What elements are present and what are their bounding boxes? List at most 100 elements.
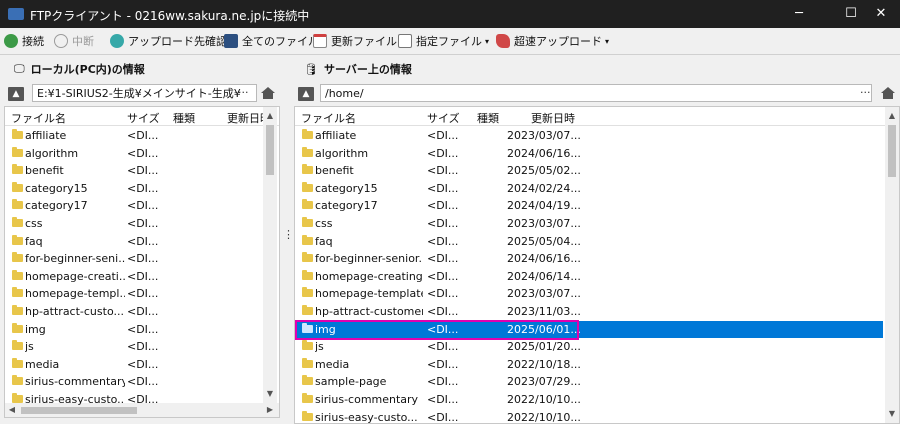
folder-icon: [302, 393, 313, 403]
table-row[interactable]: css <DI...: [5, 215, 261, 232]
local-panel: 🖵 ローカル(PC内)の情報 ▲ E:¥1-SIRIUS2-生成¥メインサイト-…: [0, 56, 282, 424]
local-panel-title: ローカル(PC内)の情報: [30, 63, 145, 76]
updated-files-button[interactable]: 更新ファイル: [313, 32, 397, 50]
folder-icon: [12, 164, 23, 175]
table-row[interactable]: sirius-commentary <DI... 2022/10/10...: [295, 391, 883, 408]
table-row[interactable]: homepage-creati... <DI...: [5, 268, 261, 285]
fast-upload-label: 超速アップロード: [514, 35, 602, 48]
folder-icon: [12, 357, 23, 368]
server-file-list[interactable]: ファイル名 サイズ 種類 更新日時 ▲ ▼ affiliate <DI... 202…: [294, 106, 900, 424]
abort-button[interactable]: 中断: [54, 32, 94, 50]
file-size: <DI...: [127, 181, 159, 195]
file-size: <DI...: [127, 340, 159, 354]
table-row[interactable]: homepage-creating <DI... 2024/06/14...: [295, 268, 883, 285]
table-row[interactable]: css <DI... 2023/03/07...: [295, 215, 883, 232]
server-vertical-scroll-thumb[interactable]: [888, 125, 896, 177]
folder-icon: [302, 357, 313, 368]
table-row[interactable]: faq <DI...: [5, 233, 261, 250]
folder-icon: [302, 146, 313, 157]
folder-up-icon[interactable]: ▲: [8, 87, 24, 101]
table-row[interactable]: for-beginner-senior... <DI... 2024/06/16..…: [295, 250, 883, 267]
folder-icon: [302, 410, 313, 421]
scroll-down-icon[interactable]: ▼: [263, 387, 277, 401]
file-size: <DI...: [127, 146, 159, 160]
file-name: sample-page: [315, 375, 387, 389]
close-button[interactable]: ✕: [866, 4, 896, 24]
file-size: <DI...: [427, 181, 459, 195]
home-icon[interactable]: [880, 85, 896, 101]
server-path-browse-button[interactable]: ···: [860, 86, 871, 99]
file-name: faq: [25, 234, 43, 248]
minimize-button[interactable]: ─: [784, 4, 814, 24]
table-row[interactable]: algorithm <DI... 2024/06/16...: [295, 145, 883, 162]
folder-up-icon[interactable]: ▲: [298, 87, 314, 101]
specified-files-button[interactable]: 指定ファイル ▾: [398, 32, 489, 50]
table-row[interactable]: sirius-easy-custo... <DI...: [5, 391, 261, 408]
table-row[interactable]: category15 <DI...: [5, 180, 261, 197]
table-row[interactable]: js <DI...: [5, 338, 261, 355]
local-vertical-scroll-thumb[interactable]: [266, 125, 274, 175]
scroll-up-icon[interactable]: ▲: [885, 109, 899, 123]
column-header-name[interactable]: ファイル名: [11, 110, 66, 126]
server-vertical-scrollbar[interactable]: ▲ ▼: [885, 107, 899, 423]
table-row[interactable]: category17 <DI...: [5, 197, 261, 214]
table-row[interactable]: sirius-commentary <DI...: [5, 373, 261, 390]
table-row[interactable]: for-beginner-seni... <DI...: [5, 250, 261, 267]
home-icon[interactable]: [260, 85, 276, 101]
local-file-list[interactable]: ファイル名 サイズ 種類 更新日時 ▲ ▼ ◀ ▶ affiliate <DI..…: [4, 106, 280, 418]
local-path-browse-button[interactable]: ···: [238, 86, 249, 99]
scroll-up-icon[interactable]: ▲: [263, 109, 277, 123]
scroll-down-icon[interactable]: ▼: [885, 407, 899, 421]
local-vertical-scrollbar[interactable]: ▲ ▼: [263, 107, 277, 403]
check-upload-dest-button[interactable]: アップロード先確認: [110, 32, 227, 50]
table-row[interactable]: affiliate <DI...: [5, 127, 261, 144]
column-header-type[interactable]: 種類: [477, 110, 499, 126]
column-header-size[interactable]: サイズ: [427, 110, 460, 126]
database-icon: 🛢: [304, 62, 318, 76]
table-row[interactable]: affiliate <DI... 2023/03/07...: [295, 127, 883, 144]
all-files-label: 全てのファイル: [242, 35, 319, 48]
table-row[interactable]: hp-attract-custo... <DI...: [5, 303, 261, 320]
table-row[interactable]: benefit <DI...: [5, 162, 261, 179]
table-row[interactable]: algorithm <DI...: [5, 145, 261, 162]
table-row[interactable]: category17 <DI... 2024/04/19...: [295, 197, 883, 214]
table-row[interactable]: category15 <DI... 2024/02/24...: [295, 180, 883, 197]
table-row[interactable]: benefit <DI... 2025/05/02...: [295, 162, 883, 179]
table-row[interactable]: homepage-templ... <DI...: [5, 285, 261, 302]
column-header-size[interactable]: サイズ: [127, 110, 160, 126]
file-size: <DI...: [427, 164, 459, 178]
column-header-name[interactable]: ファイル名: [301, 110, 356, 126]
file-size: <DI...: [427, 375, 459, 389]
file-size: <DI...: [127, 393, 159, 406]
file-size: <DI...: [427, 357, 459, 371]
local-horizontal-scroll-thumb[interactable]: [21, 407, 137, 414]
scroll-right-icon[interactable]: ▶: [263, 403, 277, 417]
fast-upload-button[interactable]: 超速アップロード ▾: [496, 32, 609, 50]
local-path-input[interactable]: E:¥1-SIRIUS2-生成¥メインサイト-生成¥: [32, 84, 257, 102]
file-date: 2023/03/07...: [507, 287, 581, 301]
table-row[interactable]: img <DI...: [5, 321, 261, 338]
folder-icon: [302, 129, 313, 139]
panel-splitter[interactable]: ⋮: [283, 229, 294, 240]
table-row[interactable]: faq <DI... 2025/05/04...: [295, 233, 883, 250]
table-row[interactable]: js <DI... 2025/01/20...: [295, 338, 883, 355]
maximize-button[interactable]: ☐: [836, 4, 866, 24]
folder-icon: [302, 199, 313, 210]
table-row[interactable]: homepage-template <DI... 2023/03/07...: [295, 285, 883, 302]
folder-icon: [302, 252, 313, 263]
column-header-date[interactable]: 更新日時: [531, 110, 575, 126]
file-date: 2023/07/29...: [507, 375, 581, 389]
table-row[interactable]: media <DI... 2022/10/18...: [295, 356, 883, 373]
file-name: sirius-easy-custo...: [315, 410, 418, 424]
table-row[interactable]: sirius-easy-custo... <DI... 2022/10/10...: [295, 409, 883, 424]
server-path-input[interactable]: /home/: [320, 84, 872, 102]
column-header-type[interactable]: 種類: [173, 110, 195, 126]
file-size: <DI...: [127, 375, 159, 389]
table-row[interactable]: sample-page <DI... 2023/07/29...: [295, 373, 883, 390]
table-row[interactable]: media <DI...: [5, 356, 261, 373]
connect-button[interactable]: 接続: [4, 32, 44, 50]
all-files-button[interactable]: 全てのファイル: [224, 32, 319, 50]
toolbar: 接続 中断 アップロード先確認 全てのファイル 更新ファイル 指定ファイル ▾ …: [0, 28, 900, 55]
title-bar: FTPクライアント - 0216ww.sakura.ne.jpに接続中 ─ ☐ …: [0, 0, 900, 28]
table-row[interactable]: hp-attract-customers <DI... 2023/11/03...: [295, 303, 883, 320]
